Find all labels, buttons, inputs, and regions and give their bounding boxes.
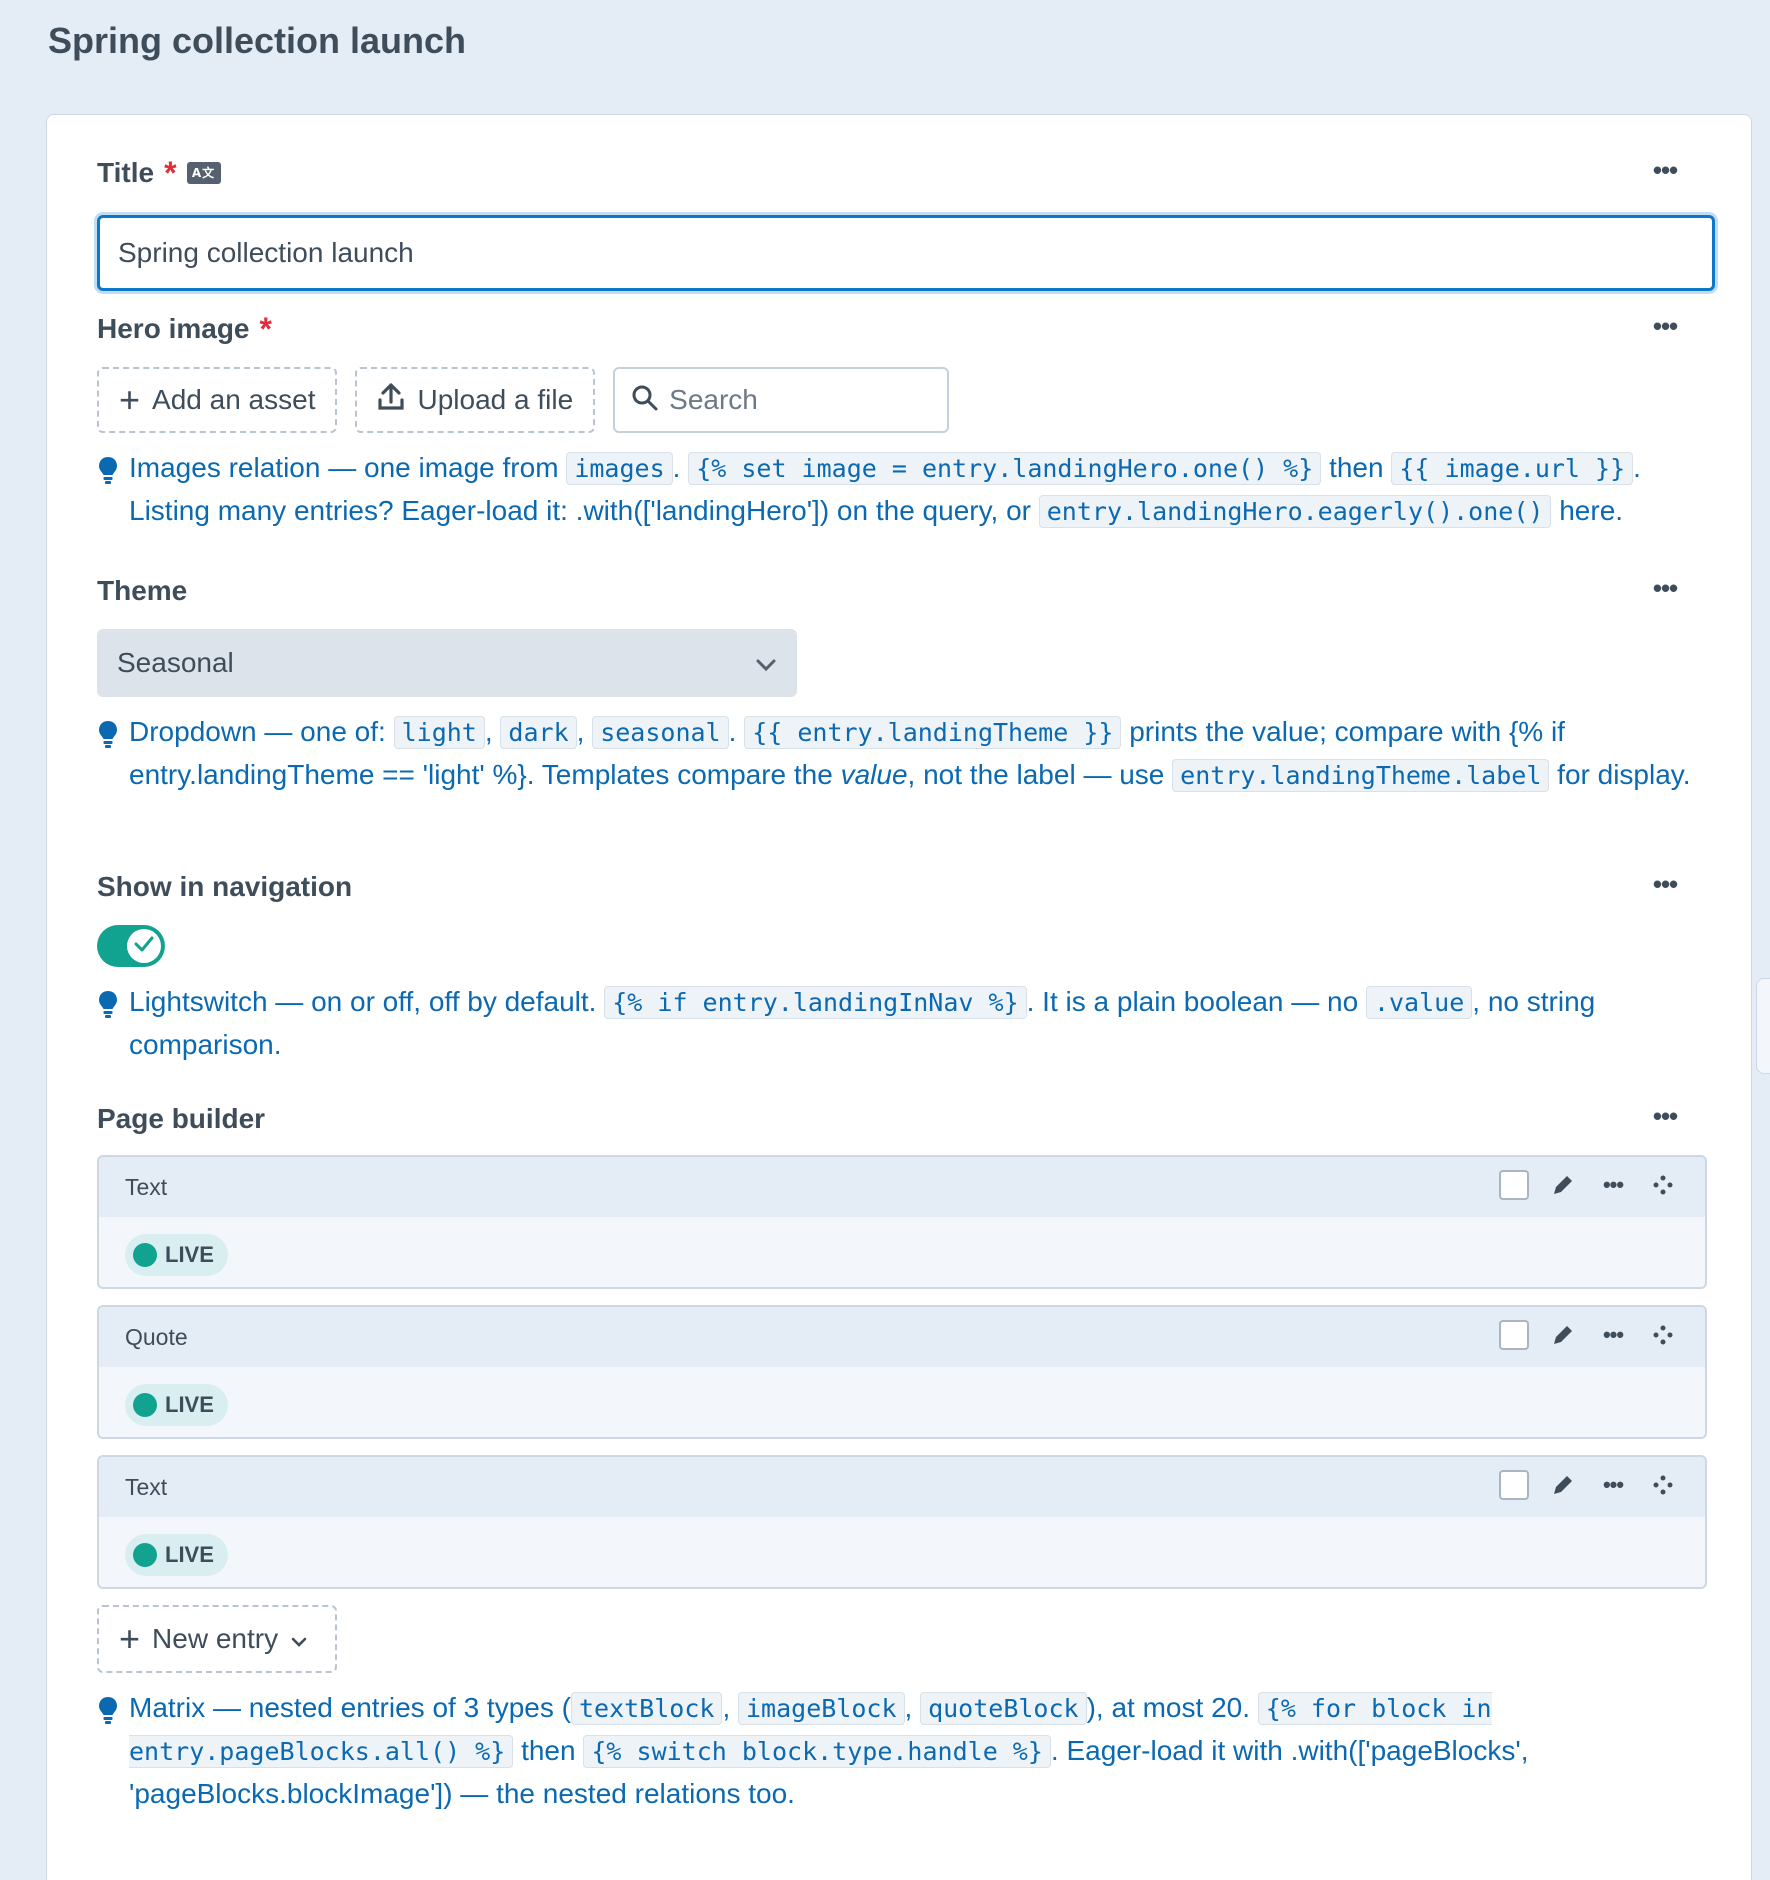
theme-selected-value: Seasonal <box>117 647 234 678</box>
new-entry-label: New entry <box>152 1623 279 1654</box>
field-actions-button[interactable]: ••• <box>1647 313 1683 341</box>
add-asset-label: Add an asset <box>152 384 316 415</box>
upload-icon <box>377 382 405 419</box>
title-label: Title <box>97 157 155 188</box>
live-dot-icon <box>133 1543 157 1567</box>
page-builder-label: Page builder <box>97 1103 266 1134</box>
more-icon[interactable]: ••• <box>1597 1169 1629 1201</box>
block-select-checkbox[interactable] <box>1499 1470 1529 1500</box>
pencil-icon[interactable] <box>1547 1169 1579 1201</box>
plus-icon: + <box>119 379 141 420</box>
required-mark: * <box>164 155 177 191</box>
matrix-block: Quote ••• LIVE <box>97 1305 1707 1439</box>
drag-handle-icon[interactable] <box>1647 1169 1679 1201</box>
navigation-toggle[interactable] <box>97 925 165 967</box>
lightbulb-icon <box>97 1695 119 1737</box>
add-asset-button[interactable]: + Add an asset <box>97 367 338 433</box>
entry-form-panel: Title * A文 ••• Hero image * ••• + Add an… <box>46 114 1752 1880</box>
page-builder-field: Page builder ••• Text ••• LIVE Quote •••… <box>97 1099 1707 1815</box>
upload-file-label: Upload a file <box>417 384 574 415</box>
title-input[interactable] <box>97 215 1715 291</box>
upload-file-button[interactable]: Upload a file <box>355 367 596 433</box>
field-actions-button[interactable]: ••• <box>1647 871 1683 899</box>
block-type-label: Quote <box>125 1323 188 1350</box>
more-icon[interactable]: ••• <box>1597 1469 1629 1501</box>
live-dot-icon <box>133 1393 157 1417</box>
hero-image-label: Hero image <box>97 313 250 344</box>
page-builder-hint: Matrix — nested entries of 3 types (text… <box>97 1687 1707 1815</box>
title-field: Title * A文 ••• <box>97 153 1715 291</box>
hero-image-hint: Images relation — one image from images.… <box>97 447 1707 533</box>
theme-field: Theme ••• Seasonal Dropdown — one of: li… <box>97 571 1707 797</box>
asset-search-input[interactable] <box>669 384 930 416</box>
field-actions-button[interactable]: ••• <box>1647 1103 1683 1131</box>
hero-image-field: Hero image * ••• + Add an asset Upload a… <box>97 309 1707 533</box>
lightbulb-icon <box>97 719 119 761</box>
lightbulb-icon <box>97 989 119 1031</box>
theme-select[interactable]: Seasonal <box>97 629 797 697</box>
status-badge: LIVE <box>125 1534 228 1576</box>
pencil-icon[interactable] <box>1547 1319 1579 1351</box>
new-entry-button[interactable]: + New entry <box>97 1605 337 1673</box>
more-icon[interactable]: ••• <box>1597 1319 1629 1351</box>
status-badge: LIVE <box>125 1234 228 1276</box>
lightbulb-icon <box>97 455 119 497</box>
matrix-block: Text ••• LIVE <box>97 1455 1707 1589</box>
search-icon <box>631 384 659 417</box>
required-mark: * <box>259 311 272 347</box>
field-actions-button[interactable]: ••• <box>1647 157 1683 185</box>
translate-icon: A文 <box>186 162 221 184</box>
block-type-label: Text <box>125 1173 168 1200</box>
field-actions-button[interactable]: ••• <box>1647 575 1683 603</box>
chevron-down-icon <box>755 647 777 679</box>
pencil-icon[interactable] <box>1547 1469 1579 1501</box>
block-type-label: Text <box>125 1473 168 1500</box>
sidebar-toggle-tab[interactable] <box>1756 978 1770 1074</box>
block-select-checkbox[interactable] <box>1499 1170 1529 1200</box>
navigation-label: Show in navigation <box>97 871 353 902</box>
status-badge: LIVE <box>125 1384 228 1426</box>
check-icon <box>133 935 155 958</box>
page-title: Spring collection launch <box>48 20 467 61</box>
matrix-block: Text ••• LIVE <box>97 1155 1707 1289</box>
live-dot-icon <box>133 1243 157 1267</box>
drag-handle-icon[interactable] <box>1647 1469 1679 1501</box>
plus-icon: + <box>119 1618 141 1659</box>
chevron-down-icon <box>290 1623 308 1655</box>
asset-search-box[interactable] <box>613 367 950 433</box>
navigation-hint: Lightswitch — on or off, off by default.… <box>97 981 1707 1066</box>
theme-label: Theme <box>97 575 188 606</box>
block-select-checkbox[interactable] <box>1499 1320 1529 1350</box>
drag-handle-icon[interactable] <box>1647 1319 1679 1351</box>
theme-hint: Dropdown — one of: light, dark, seasonal… <box>97 711 1707 797</box>
navigation-field: Show in navigation ••• Lightswitch — on … <box>97 867 1707 1066</box>
